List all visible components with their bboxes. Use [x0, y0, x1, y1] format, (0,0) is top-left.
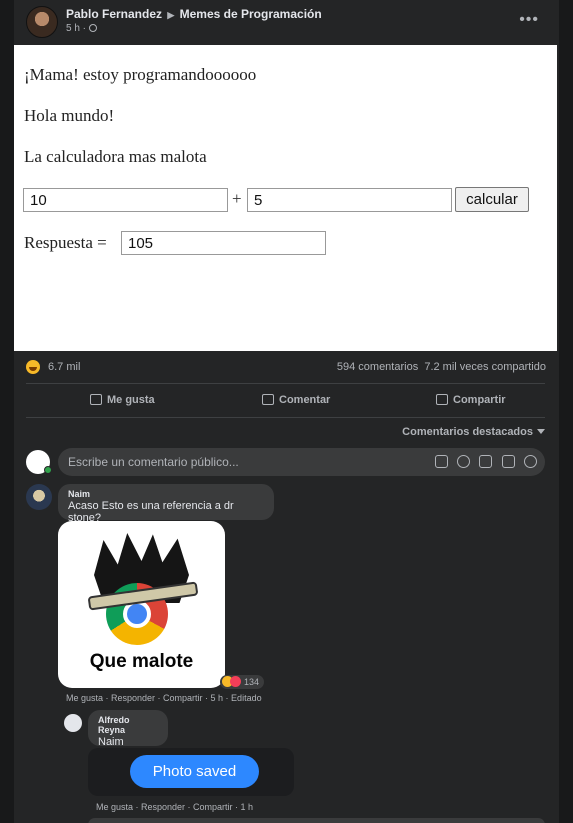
- image-line-3: La calculadora mas malota: [24, 147, 207, 166]
- haha-reaction-icon: [26, 360, 40, 374]
- comment-icon: [262, 394, 274, 405]
- comment-reactions[interactable]: 134: [220, 675, 265, 689]
- reply-text: Naim: [98, 736, 124, 748]
- arrow-right-icon: ▶: [167, 10, 175, 20]
- commenter-avatar[interactable]: [26, 484, 52, 510]
- reply-avatar[interactable]: [64, 714, 82, 732]
- author-name[interactable]: Pablo Fernandez: [66, 7, 162, 21]
- meme-caption: Que malote: [89, 651, 194, 672]
- reaction-count[interactable]: 6.7 mil: [48, 361, 80, 373]
- image-line-1: ¡Mama! estoy programandoooooo: [24, 65, 257, 84]
- thumbs-up-icon: [90, 394, 102, 405]
- share-button[interactable]: Compartir: [436, 394, 506, 406]
- comment-actions[interactable]: Me gusta · Responder · Compartir · 5 h ·…: [66, 693, 262, 703]
- post-time-text: 5 h: [66, 23, 80, 34]
- divider: [26, 417, 545, 418]
- post-header: Pablo Fernandez ▶ Memes de Programación …: [14, 0, 559, 44]
- comment-reaction-count: 134: [244, 677, 260, 687]
- reply-author[interactable]: Alfredo Reyna: [98, 715, 158, 735]
- gif-icon[interactable]: [501, 455, 515, 468]
- share-count[interactable]: 7.2 mil veces compartido: [424, 361, 546, 373]
- avatar-sticker-icon[interactable]: [434, 455, 448, 468]
- author-line: Pablo Fernandez ▶ Memes de Programación: [66, 7, 322, 21]
- comment-bubble: Naim Acaso Esto es una referencia a dr s…: [58, 484, 274, 524]
- image-line-2: Hola mundo!: [24, 106, 115, 125]
- compose-icons: [429, 455, 537, 471]
- post-image[interactable]: ¡Mama! estoy programandoooooo Hola mundo…: [14, 45, 557, 351]
- post-card: Pablo Fernandez ▶ Memes de Programación …: [14, 0, 559, 823]
- group-name[interactable]: Memes de Programación: [180, 7, 322, 21]
- comment-button[interactable]: Comentar: [262, 394, 330, 406]
- share-label: Compartir: [453, 394, 506, 406]
- sticker-icon[interactable]: [524, 455, 537, 468]
- comment-label: Comentar: [279, 394, 331, 406]
- like-label: Me gusta: [107, 394, 155, 406]
- reply-image[interactable]: Photo saved: [88, 748, 294, 796]
- sort-label: Comentarios destacados: [402, 426, 533, 438]
- comment-input[interactable]: Escribe un comentario público...: [58, 448, 545, 476]
- camera-icon[interactable]: [479, 455, 493, 468]
- result-field: 105: [121, 231, 326, 255]
- comment-sort-dropdown[interactable]: Comentarios destacados: [402, 426, 545, 438]
- divider: [26, 383, 545, 384]
- author-avatar[interactable]: [26, 6, 58, 38]
- post-stats: 6.7 mil 594 comentarios 7.2 mil veces co…: [26, 358, 546, 378]
- comment-count[interactable]: 594 comentarios: [337, 361, 418, 373]
- love-reaction-icon: [230, 676, 241, 687]
- calc-button: calcular: [455, 187, 529, 212]
- like-button[interactable]: Me gusta: [90, 394, 155, 406]
- comment-image[interactable]: Que malote: [58, 521, 225, 688]
- photo-saved-toast: Photo saved: [130, 755, 259, 788]
- caret-down-icon: [537, 429, 545, 434]
- reply-input[interactable]: [88, 818, 545, 823]
- stats-right: 594 comentarios 7.2 mil veces compartido: [337, 361, 546, 373]
- result-label: Respuesta =: [24, 233, 107, 252]
- calc-operator: +: [232, 189, 242, 208]
- post-time[interactable]: 5 h ·: [66, 23, 97, 34]
- calc-input-a: 10: [23, 188, 228, 212]
- action-bar: Me gusta Comentar Compartir: [26, 388, 545, 416]
- online-status-icon: [44, 466, 52, 474]
- reply-bubble: Alfredo Reyna Naim: [88, 710, 168, 748]
- emoji-icon[interactable]: [456, 455, 470, 468]
- more-options-icon[interactable]: •••: [519, 11, 539, 29]
- comment-author[interactable]: Naim: [68, 489, 264, 499]
- comment-placeholder: Escribe un comentario público...: [68, 455, 239, 469]
- globe-icon: [88, 24, 97, 32]
- reply-actions[interactable]: Me gusta · Responder · Compartir · 1 h: [96, 802, 253, 812]
- calc-input-b: 5: [247, 188, 452, 212]
- share-icon: [436, 394, 448, 405]
